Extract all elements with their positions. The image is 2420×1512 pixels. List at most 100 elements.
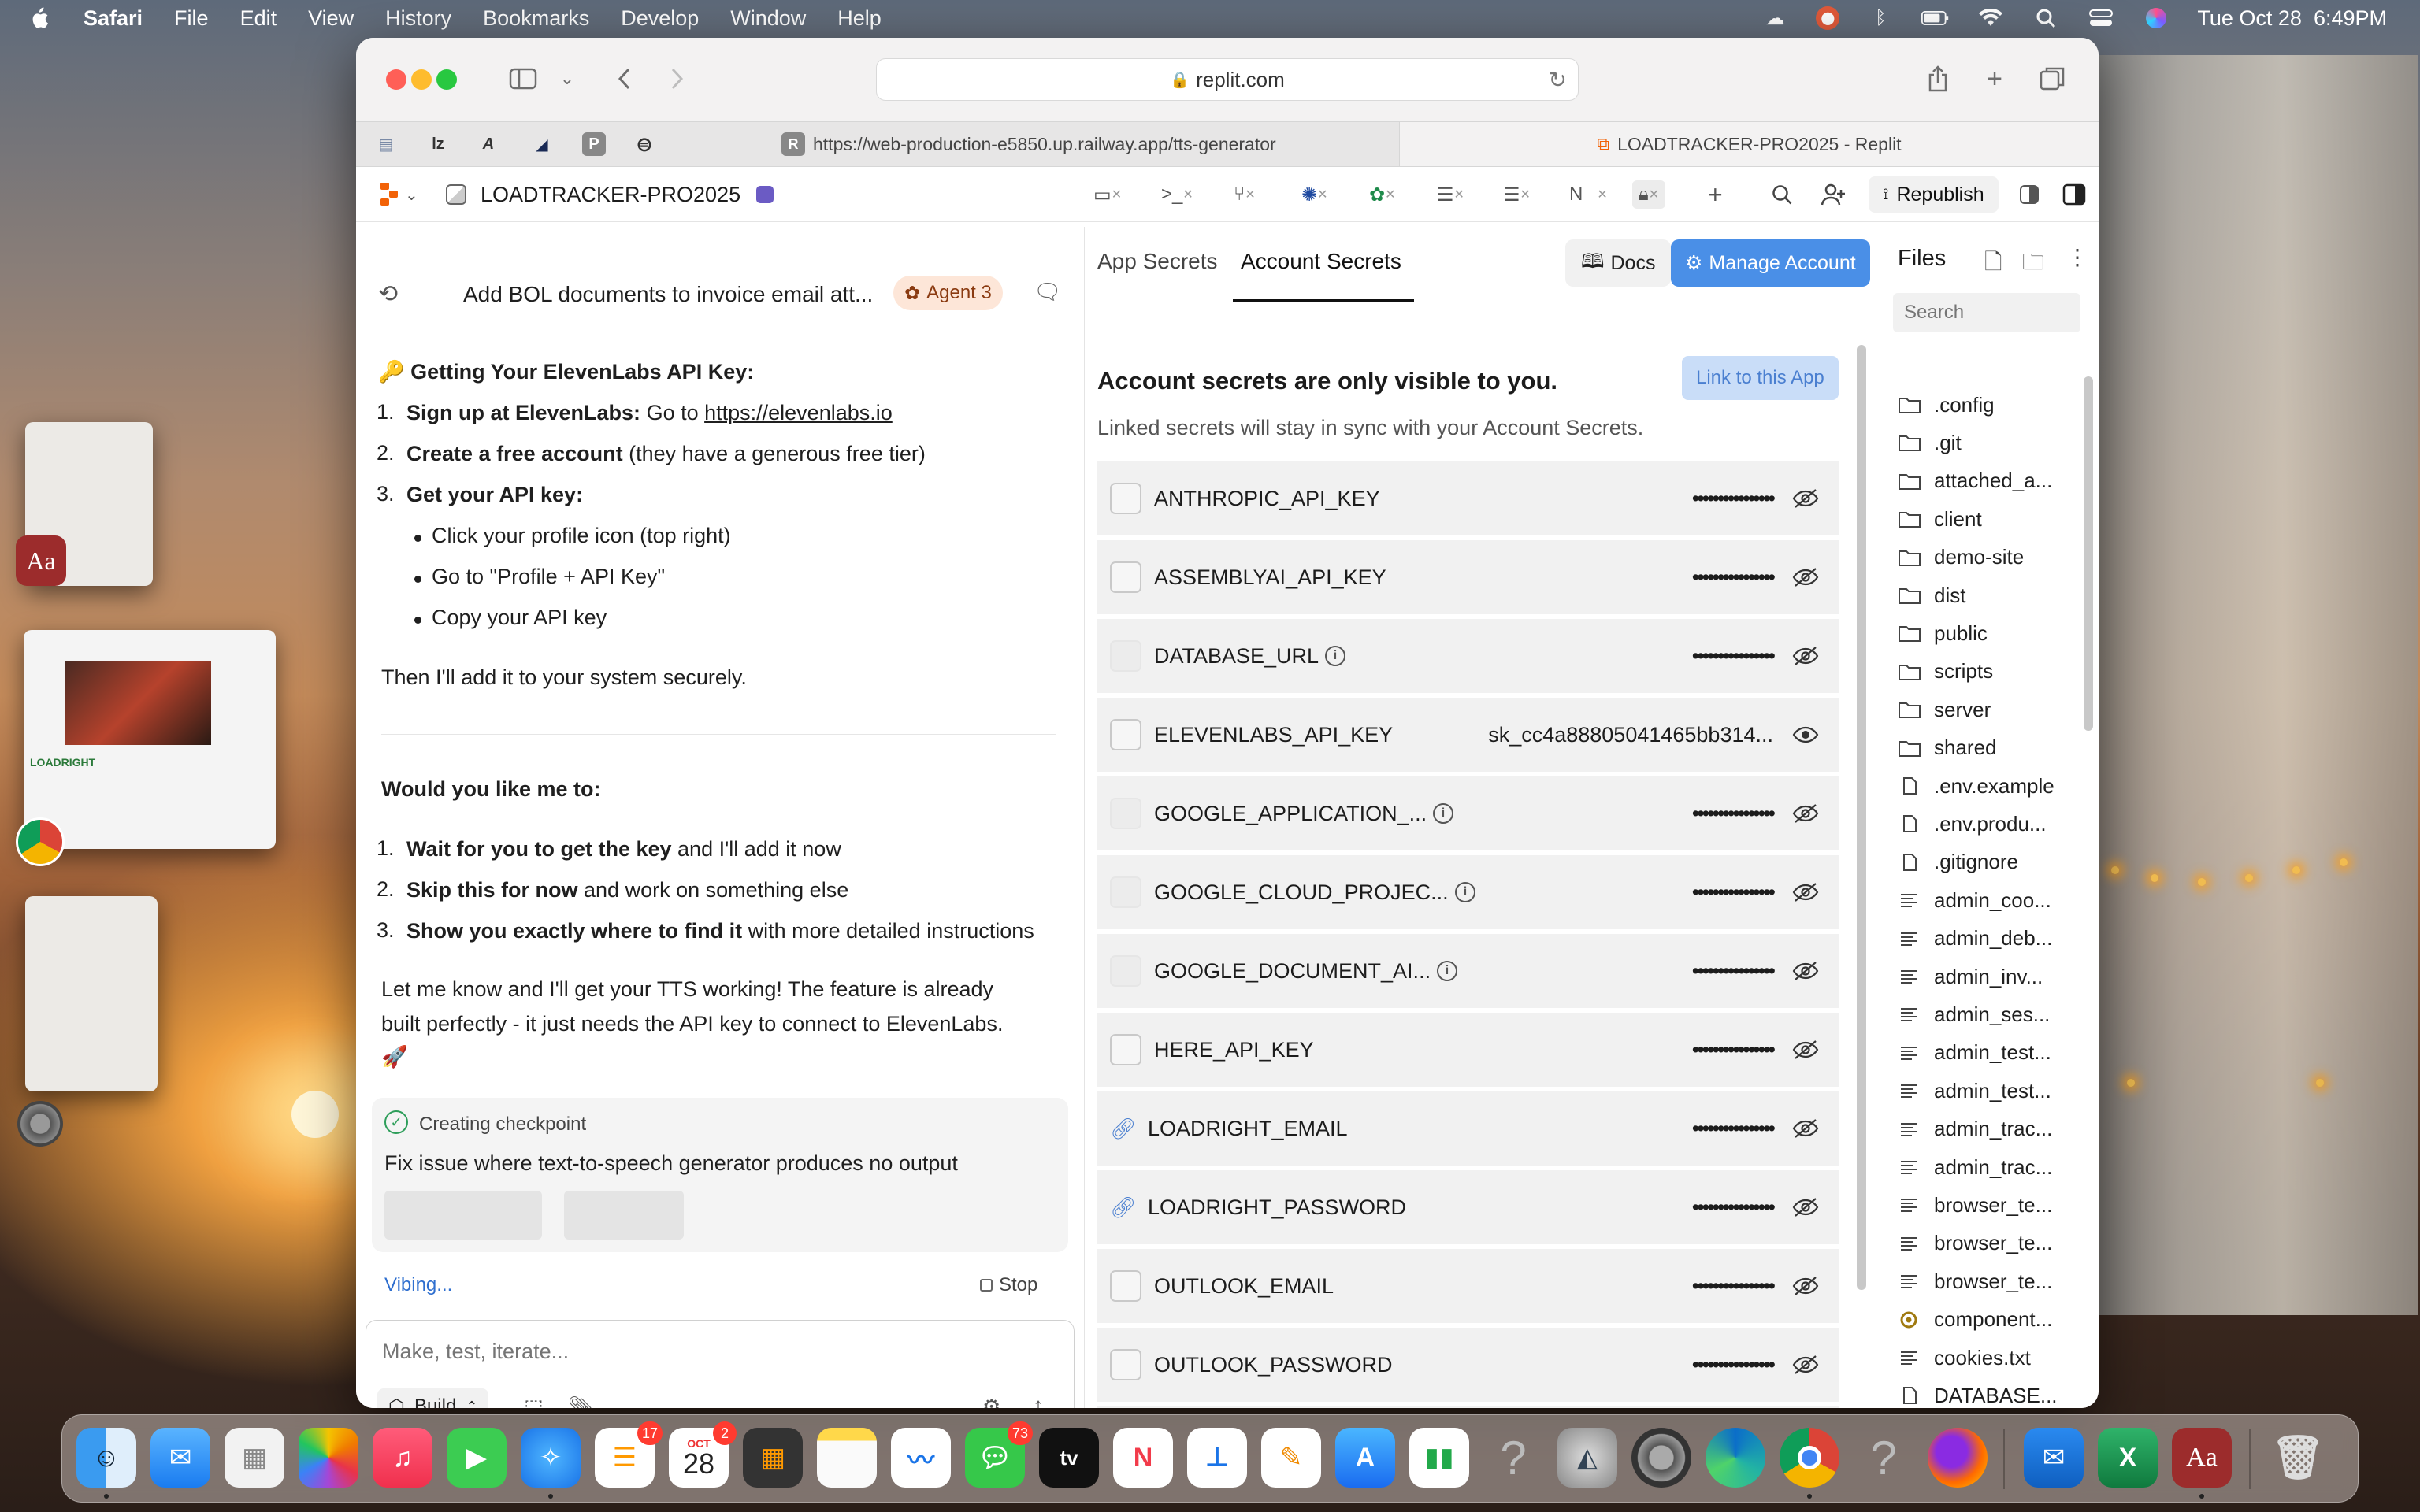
file-tree-item[interactable]: shared bbox=[1898, 729, 1997, 767]
freeform-icon[interactable]: 〰 bbox=[891, 1428, 951, 1488]
history-icon[interactable]: ⟲ bbox=[378, 280, 398, 308]
secret-checkbox[interactable] bbox=[1110, 483, 1141, 514]
secret-row[interactable]: ANTHROPIC_API_KEY •••••••••••••••• bbox=[1097, 461, 1839, 537]
eye-slash-icon[interactable] bbox=[1791, 565, 1821, 589]
panel-toggle-icon[interactable] bbox=[2062, 180, 2086, 209]
tab-account-secrets[interactable]: Account Secrets bbox=[1241, 249, 1401, 274]
invite-user-icon[interactable] bbox=[1821, 180, 1847, 209]
excel-icon[interactable]: X bbox=[2098, 1428, 2158, 1488]
secret-checkbox[interactable] bbox=[1110, 1270, 1141, 1302]
eye-slash-icon[interactable] bbox=[1791, 1274, 1821, 1298]
info-icon[interactable]: i bbox=[1455, 882, 1475, 902]
secret-row[interactable]: GOOGLE_CLOUD_PROJEC... •••••••••••••••• i bbox=[1097, 855, 1839, 931]
spotlight-search-icon[interactable] bbox=[2032, 8, 2060, 28]
file-tree-item[interactable]: admin_trac... bbox=[1898, 1110, 2052, 1148]
file-tree-item[interactable]: attached_a... bbox=[1898, 462, 2052, 500]
unknown-app-icon[interactable]: ? bbox=[1483, 1428, 1543, 1488]
facetime-icon[interactable]: ▶ bbox=[447, 1428, 507, 1488]
file-tree-item[interactable]: browser_te... bbox=[1898, 1262, 2052, 1300]
new-chat-icon[interactable]: 🗨︎ bbox=[1034, 279, 1062, 305]
pages-icon[interactable]: ✎ bbox=[1261, 1428, 1321, 1488]
keynote-icon[interactable]: ⊥ bbox=[1187, 1428, 1247, 1488]
firefox-icon[interactable] bbox=[1928, 1428, 1988, 1488]
new-tab-icon[interactable]: + bbox=[1977, 61, 2012, 96]
file-tree-item[interactable]: .git bbox=[1898, 424, 1962, 461]
stop-button[interactable]: Stop bbox=[980, 1274, 1037, 1296]
menu-history[interactable]: History bbox=[385, 6, 451, 31]
file-tree-item[interactable]: .gitignore bbox=[1898, 843, 2018, 881]
thread-title[interactable]: Add BOL documents to invoice email att..… bbox=[463, 282, 873, 307]
eye-slash-icon[interactable] bbox=[1791, 802, 1821, 825]
wifi-icon[interactable] bbox=[1976, 8, 2005, 28]
eye-slash-icon[interactable] bbox=[1791, 1195, 1821, 1219]
docs-button[interactable]: 🕮 Docs bbox=[1565, 239, 1672, 287]
creative-cloud-icon[interactable]: ☁ bbox=[1761, 8, 1789, 29]
send-arrow-icon[interactable]: ↑ bbox=[1033, 1393, 1044, 1408]
chrome-small-icon[interactable] bbox=[16, 817, 65, 866]
mail-icon[interactable]: ✉ bbox=[150, 1428, 210, 1488]
files-scrollbar[interactable] bbox=[2084, 376, 2093, 731]
menu-develop[interactable]: Develop bbox=[621, 6, 699, 31]
file-tree-item[interactable]: public bbox=[1898, 614, 1988, 652]
new-file-icon[interactable]: 🗋 bbox=[1984, 246, 2002, 284]
logs-tab-icon[interactable]: ☰ ✕ bbox=[1503, 180, 1531, 209]
file-tree-item[interactable]: admin_test... bbox=[1898, 1072, 2051, 1110]
tab-replit[interactable]: ⧉ LOADTRACKER-PRO2025 - Replit bbox=[1399, 122, 2099, 166]
eye-slash-icon[interactable] bbox=[1791, 1117, 1821, 1140]
file-tree-item[interactable]: dist bbox=[1898, 576, 1965, 614]
music-icon[interactable]: ♫ bbox=[373, 1428, 432, 1488]
new-folder-icon[interactable]: 🗀 bbox=[2022, 246, 2044, 284]
chrome-icon[interactable] bbox=[1780, 1428, 1839, 1488]
minimize-window-button[interactable] bbox=[411, 69, 432, 90]
file-tree-item[interactable]: admin_test... bbox=[1898, 1034, 2051, 1072]
pinned-tab-docs[interactable]: ▤ bbox=[370, 128, 402, 160]
file-tree-item[interactable]: browser_te... bbox=[1898, 1186, 2052, 1224]
control-center-icon[interactable] bbox=[2087, 8, 2115, 28]
secret-row[interactable]: GOOGLE_DOCUMENT_AI... •••••••••••••••• i bbox=[1097, 934, 1839, 1010]
photos-icon[interactable] bbox=[299, 1428, 358, 1488]
siri-icon[interactable] bbox=[2142, 8, 2170, 28]
stage-window-thumbnail-2[interactable]: LOADRIGHT bbox=[24, 630, 276, 849]
file-tree-item[interactable]: admin_coo... bbox=[1898, 881, 2051, 919]
chevron-down-icon[interactable]: ⌄ bbox=[550, 61, 585, 96]
finder-icon[interactable]: ☺ bbox=[76, 1428, 136, 1488]
menu-app-name[interactable]: Safari bbox=[84, 6, 143, 31]
app-store-icon[interactable]: A bbox=[1335, 1428, 1395, 1488]
eye-slash-icon[interactable] bbox=[1791, 1038, 1821, 1062]
eye-slash-icon[interactable] bbox=[1791, 1353, 1821, 1377]
secret-row[interactable]: ASSEMBLYAI_API_KEY •••••••••••••••• bbox=[1097, 540, 1839, 616]
menu-window[interactable]: Window bbox=[730, 6, 806, 31]
system-settings-small-icon[interactable] bbox=[17, 1101, 63, 1147]
sidebar-toggle-icon[interactable] bbox=[506, 61, 540, 96]
markdown-tab-icon[interactable]: N ✕ bbox=[1569, 180, 1608, 209]
tab-railway[interactable]: R https://web-production-e5850.up.railwa… bbox=[781, 122, 1435, 166]
info-icon[interactable]: i bbox=[1437, 961, 1457, 981]
secret-row[interactable]: ELEVENLABS_API_KEY sk_cc4a88805041465bb31… bbox=[1097, 698, 1839, 773]
news-icon[interactable]: N bbox=[1113, 1428, 1173, 1488]
apple-icon[interactable] bbox=[28, 6, 49, 30]
reload-icon[interactable]: ↻ bbox=[1549, 67, 1567, 93]
menubar-clock[interactable]: Tue Oct 28 6:49PM bbox=[2197, 6, 2387, 31]
eye-slash-icon[interactable] bbox=[1791, 880, 1821, 904]
file-tree-item[interactable]: admin_deb... bbox=[1898, 920, 2052, 958]
file-tree-item[interactable]: client bbox=[1898, 500, 1982, 538]
secret-row[interactable]: OUTLOOK_EMAIL •••••••••••••••• bbox=[1097, 1249, 1839, 1325]
file-tree-item[interactable]: demo-site bbox=[1898, 539, 2024, 576]
secret-row[interactable]: HERE_API_KEY •••••••••••••••• bbox=[1097, 1013, 1839, 1088]
secret-row[interactable]: DATABASE_URL •••••••••••••••• i bbox=[1097, 619, 1839, 695]
project-name[interactable]: LOADTRACKER-PRO2025 bbox=[481, 180, 740, 209]
dictionary-small-icon[interactable]: Aa bbox=[16, 536, 66, 586]
publish-options-icon[interactable] bbox=[2020, 180, 2039, 209]
apple-tv-icon[interactable]: tv bbox=[1039, 1428, 1099, 1488]
forward-button[interactable] bbox=[660, 61, 695, 96]
secret-row[interactable]: 🔗︎ LOADRIGHT_PASSWORD •••••••••••••••• bbox=[1097, 1170, 1839, 1246]
secret-row[interactable]: 🔗︎ LOADRIGHT_EMAIL •••••••••••••••• bbox=[1097, 1091, 1839, 1167]
notes-icon[interactable] bbox=[817, 1428, 877, 1488]
build-mode-button[interactable]: ⬡ Build ⌃ bbox=[377, 1388, 489, 1408]
close-window-button[interactable] bbox=[386, 69, 406, 90]
secrets-tab-icon[interactable]: 🔒︎ ✕ bbox=[1632, 180, 1666, 209]
secrets-scrollbar[interactable] bbox=[1857, 345, 1866, 1290]
file-tree-item[interactable]: .env.example bbox=[1898, 767, 2054, 805]
launchpad-icon[interactable]: ▦ bbox=[225, 1428, 284, 1488]
select-element-icon[interactable]: ⬚ bbox=[524, 1395, 544, 1408]
